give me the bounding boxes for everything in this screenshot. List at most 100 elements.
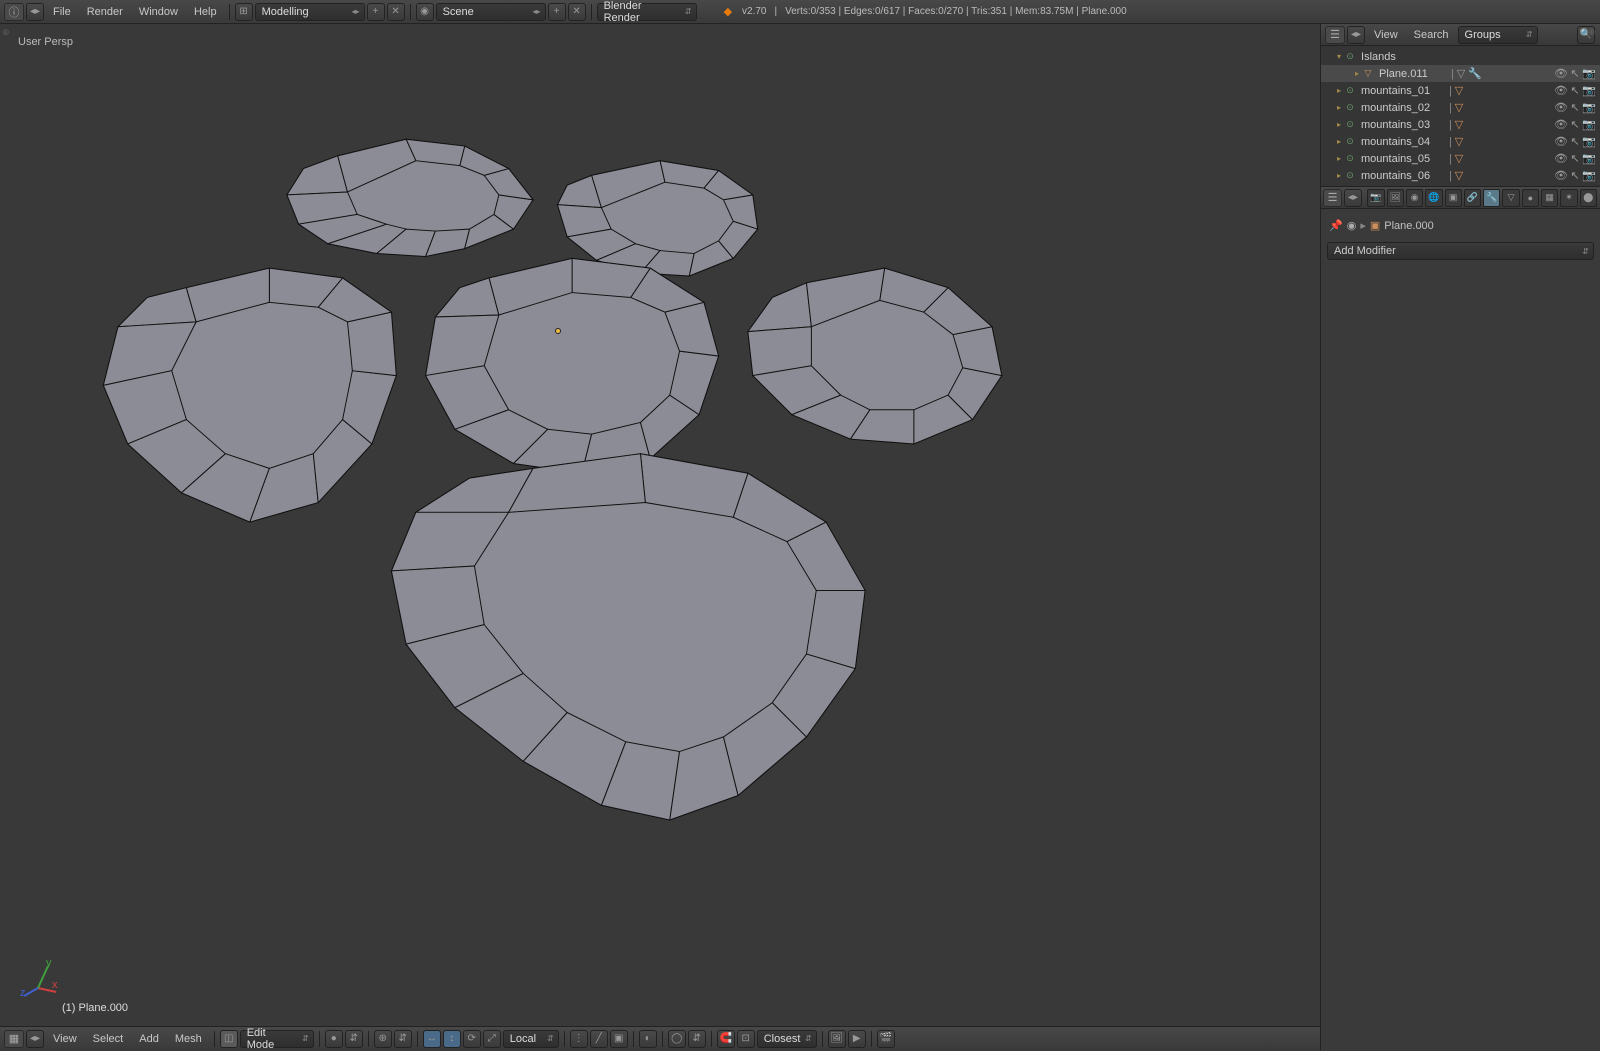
- outliner-display-mode[interactable]: Groups⇵: [1458, 26, 1538, 44]
- outliner-row[interactable]: ▸⊙ mountains_03 |▽ 👁↖📷: [1321, 116, 1600, 133]
- delete-scene-button[interactable]: ✕: [568, 3, 586, 21]
- select-face-icon[interactable]: ▣: [610, 1030, 628, 1048]
- tab-render[interactable]: 📷: [1367, 189, 1384, 207]
- add-scene-button[interactable]: +: [548, 3, 566, 21]
- wrench-icon[interactable]: 🔧: [1468, 67, 1482, 80]
- snap-toggle-icon[interactable]: 🧲: [717, 1030, 735, 1048]
- outliner-row[interactable]: ▸⊙ mountains_04 |▽ 👁↖📷: [1321, 133, 1600, 150]
- shading-solid-icon[interactable]: ●: [325, 1030, 343, 1048]
- delete-screen-button[interactable]: ✕: [387, 3, 405, 21]
- eye-icon[interactable]: 👁: [1554, 101, 1568, 114]
- camera-icon[interactable]: 📷: [1582, 118, 1596, 131]
- cursor-icon[interactable]: ↖: [1568, 67, 1582, 80]
- outliner-list[interactable]: ▾⊙ Islands ▸▽ Plane.011 | ▽ 🔧 👁 ↖ 📷 ▸⊙ m…: [1321, 46, 1600, 187]
- cursor-icon[interactable]: ↖: [1568, 152, 1582, 165]
- tab-constraints[interactable]: 🔗: [1464, 189, 1481, 207]
- mode-icon[interactable]: ◫: [220, 1030, 238, 1048]
- orientation-dropdown[interactable]: Local⇵: [503, 1030, 559, 1048]
- eye-icon[interactable]: 👁: [1554, 67, 1568, 80]
- lock-camera-icon[interactable]: 🎬: [877, 1030, 895, 1048]
- eye-icon[interactable]: 👁: [1554, 118, 1568, 131]
- select-edge-icon[interactable]: ╱: [590, 1030, 608, 1048]
- cursor-icon[interactable]: ↖: [1568, 169, 1582, 182]
- view3d-collapse[interactable]: ◂▸: [26, 1030, 44, 1048]
- manipulator-toggle[interactable]: ↔: [423, 1030, 441, 1048]
- manipulator-rotate[interactable]: ⟳: [463, 1030, 481, 1048]
- screen-layout-field[interactable]: Modelling◂▸: [255, 3, 365, 21]
- properties-type-icon[interactable]: ☰: [1323, 189, 1342, 207]
- limit-selection-icon[interactable]: ◐: [639, 1030, 657, 1048]
- menu-render[interactable]: Render: [79, 0, 131, 24]
- snap-element-icon[interactable]: ⊡: [737, 1030, 755, 1048]
- manipulator-translate[interactable]: ↕: [443, 1030, 461, 1048]
- eye-icon[interactable]: 👁: [1554, 169, 1568, 182]
- mode-dropdown[interactable]: Edit Mode⇵: [240, 1030, 314, 1048]
- eye-icon[interactable]: 👁: [1554, 152, 1568, 165]
- menu-window[interactable]: Window: [131, 0, 186, 24]
- outliner-view-menu[interactable]: View: [1366, 23, 1406, 47]
- outliner-row[interactable]: ▸▽ Plane.011 | ▽ 🔧 👁 ↖ 📷: [1321, 65, 1600, 82]
- cursor-icon[interactable]: ↖: [1568, 84, 1582, 97]
- tab-material[interactable]: ●: [1522, 189, 1539, 207]
- tab-world[interactable]: 🌐: [1425, 189, 1442, 207]
- window-type-arrows[interactable]: ◂▸: [26, 3, 44, 21]
- menu-view[interactable]: View: [45, 1027, 85, 1051]
- scene-browse-icon[interactable]: ◉: [416, 3, 434, 21]
- tab-physics[interactable]: ⬤: [1580, 189, 1597, 207]
- expand-handle[interactable]: [1588, 26, 1598, 36]
- manipulator-scale[interactable]: ⤢: [483, 1030, 501, 1048]
- outliner-collapse[interactable]: ◂▸: [1347, 26, 1365, 44]
- select-vertex-icon[interactable]: ⋮: [570, 1030, 588, 1048]
- menu-help[interactable]: Help: [186, 0, 225, 24]
- tab-modifiers[interactable]: 🔧: [1483, 189, 1500, 207]
- proportional-edit-icon[interactable]: ◯: [668, 1030, 686, 1048]
- cursor-icon[interactable]: ↖: [1568, 101, 1582, 114]
- menu-select[interactable]: Select: [85, 1027, 132, 1051]
- camera-icon[interactable]: 📷: [1582, 135, 1596, 148]
- camera-icon[interactable]: 📷: [1582, 169, 1596, 182]
- right-panel: ☰ ◂▸ View Search Groups⇵ 🔍 ▾⊙ Islands ▸▽…: [1320, 24, 1600, 1050]
- tab-texture[interactable]: ▦: [1541, 189, 1558, 207]
- viewport-3d[interactable]: User Persp: [0, 24, 1320, 1026]
- view3d-type-icon[interactable]: ▦: [4, 1030, 24, 1048]
- outliner-row[interactable]: ▸⊙ mountains_05 |▽ 👁↖📷: [1321, 150, 1600, 167]
- add-modifier-dropdown[interactable]: Add Modifier⇵: [1327, 242, 1594, 260]
- render-engine-field[interactable]: Blender Render⇵: [597, 3, 697, 21]
- menu-mesh[interactable]: Mesh: [167, 1027, 210, 1051]
- tab-object[interactable]: ▣: [1445, 189, 1462, 207]
- camera-icon[interactable]: 📷: [1582, 84, 1596, 97]
- render-preview-icon[interactable]: 🖼: [828, 1030, 846, 1048]
- eye-icon[interactable]: 👁: [1554, 84, 1568, 97]
- render-anim-icon[interactable]: ▶: [848, 1030, 866, 1048]
- outliner-row[interactable]: ▾⊙ Islands: [1321, 48, 1600, 65]
- tab-data[interactable]: ▽: [1502, 189, 1519, 207]
- camera-icon[interactable]: 📷: [1582, 101, 1596, 114]
- outliner-type-icon[interactable]: ☰: [1325, 26, 1345, 44]
- menu-add[interactable]: Add: [131, 1027, 167, 1051]
- pivot-icon[interactable]: ⊕: [374, 1030, 392, 1048]
- cursor-icon[interactable]: ↖: [1568, 118, 1582, 131]
- properties-collapse[interactable]: ◂▸: [1344, 189, 1361, 207]
- pivot-options[interactable]: ⇵: [394, 1030, 412, 1048]
- shading-options[interactable]: ⇵: [345, 1030, 363, 1048]
- menu-file[interactable]: File: [45, 0, 79, 24]
- proportional-falloff[interactable]: ⇵: [688, 1030, 706, 1048]
- outliner-row[interactable]: ▸⊙ mountains_02 |▽ 👁↖📷: [1321, 99, 1600, 116]
- add-screen-button[interactable]: +: [367, 3, 385, 21]
- scene-field[interactable]: Scene◂▸: [436, 3, 546, 21]
- outliner-search-menu[interactable]: Search: [1406, 23, 1457, 47]
- eye-icon[interactable]: 👁: [1554, 135, 1568, 148]
- outliner-row[interactable]: ▸⊙ mountains_06 |▽ 👁↖📷: [1321, 167, 1600, 184]
- screen-browse-icon[interactable]: ⊞: [235, 3, 253, 21]
- camera-icon[interactable]: 📷: [1582, 152, 1596, 165]
- camera-icon[interactable]: 📷: [1582, 67, 1596, 80]
- pin-icon[interactable]: 📌: [1329, 219, 1343, 232]
- cursor-icon[interactable]: ↖: [1568, 135, 1582, 148]
- scene-icon[interactable]: ◉: [1347, 219, 1357, 232]
- tab-render-layers[interactable]: 🖼: [1387, 189, 1404, 207]
- outliner-row[interactable]: ▸⊙ mountains_01 |▽ 👁↖📷: [1321, 82, 1600, 99]
- tab-particles[interactable]: ✶: [1560, 189, 1577, 207]
- tab-scene[interactable]: ◉: [1406, 189, 1423, 207]
- info-icon[interactable]: ⓘ: [4, 3, 24, 21]
- snap-target-dropdown[interactable]: Closest⇵: [757, 1030, 817, 1048]
